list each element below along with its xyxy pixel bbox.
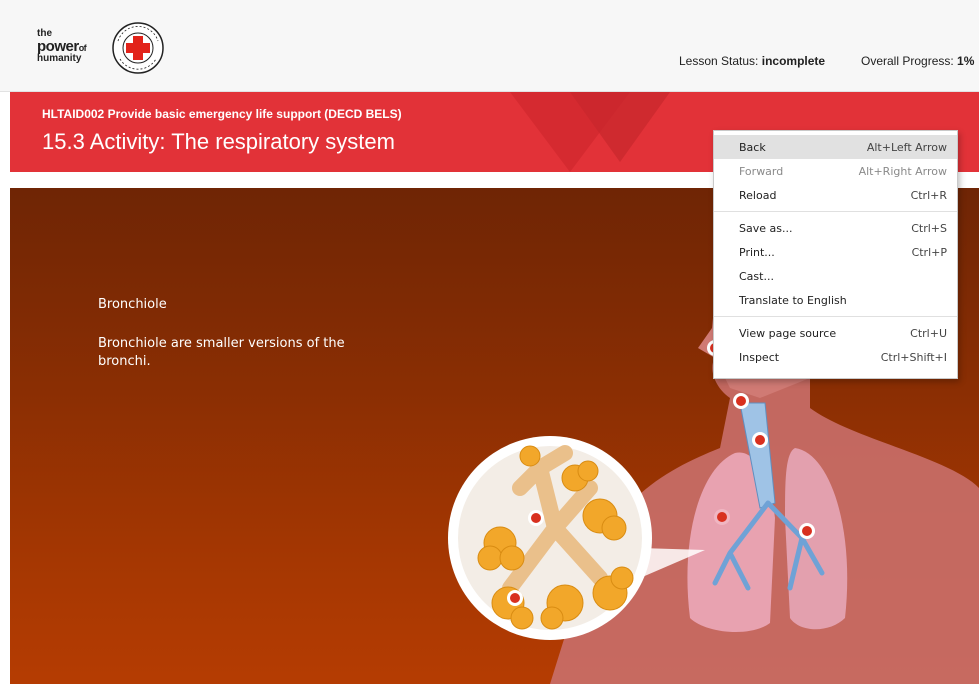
menu-item-inspect[interactable]: Inspect Ctrl+Shift+I: [714, 345, 957, 369]
lesson-status-value: incomplete: [761, 54, 826, 68]
menu-separator: [714, 316, 957, 317]
term-heading: Bronchiole: [98, 297, 167, 312]
menu-item-translate[interactable]: Translate to English: [714, 288, 957, 312]
logo-line-3: humanity: [37, 53, 82, 64]
menu-item-shortcut: Alt+Right Arrow: [858, 164, 947, 178]
menu-item-shortcut: Ctrl+S: [911, 221, 947, 235]
menu-item-shortcut: Ctrl+U: [910, 326, 947, 340]
overall-progress-label: Overall Progress:: [861, 54, 954, 68]
logo-line-2: powerof: [37, 39, 87, 54]
banner-decoration: [570, 92, 670, 162]
menu-item-shortcut: Ctrl+P: [911, 245, 947, 259]
menu-item-shortcut: Ctrl+Shift+I: [880, 350, 947, 364]
red-cross-badge-icon: [112, 22, 164, 74]
menu-item-reload[interactable]: Reload Ctrl+R: [714, 183, 957, 207]
menu-item-shortcut: Ctrl+R: [910, 188, 947, 202]
menu-item-label: Inspect: [739, 350, 780, 364]
top-header: the powerof humanity Lesson Status: inco…: [0, 0, 979, 92]
menu-item-view-source[interactable]: View page source Ctrl+U: [714, 321, 957, 345]
hotspot-trachea[interactable]: [752, 432, 768, 448]
lesson-status: Lesson Status: incomplete: [679, 54, 825, 68]
overall-progress-value: 1%: [957, 54, 975, 68]
red-cross-logo: the powerof humanity: [37, 21, 177, 74]
menu-separator: [714, 211, 957, 212]
menu-item-print[interactable]: Print... Ctrl+P: [714, 240, 957, 264]
menu-item-label: Save as...: [739, 221, 793, 235]
lesson-status-label: Lesson Status:: [679, 54, 759, 68]
hotspot-bronchi[interactable]: [799, 523, 815, 539]
menu-item-cast[interactable]: Cast...: [714, 264, 957, 288]
context-menu: Back Alt+Left Arrow Forward Alt+Right Ar…: [713, 130, 958, 379]
menu-item-forward[interactable]: Forward Alt+Right Arrow: [714, 159, 957, 183]
overall-progress: Overall Progress: 1%: [861, 54, 974, 68]
menu-item-label: Forward: [739, 164, 784, 178]
menu-item-label: Back: [739, 140, 766, 154]
hotspot-bronchiole[interactable]: [528, 510, 544, 526]
menu-item-label: Cast...: [739, 269, 774, 283]
hotspot-lung[interactable]: [714, 509, 730, 525]
course-name: HLTAID002 Provide basic emergency life s…: [42, 107, 402, 121]
term-description: Bronchiole are smaller versions of the b…: [98, 336, 345, 369]
menu-item-save-as[interactable]: Save as... Ctrl+S: [714, 216, 957, 240]
menu-item-label: Translate to English: [739, 293, 847, 307]
hotspot-alveoli[interactable]: [507, 590, 523, 606]
menu-item-label: Print...: [739, 245, 775, 259]
menu-item-back[interactable]: Back Alt+Left Arrow: [714, 135, 957, 159]
page-title: 15.3 Activity: The respiratory system: [42, 129, 395, 154]
menu-item-label: View page source: [739, 326, 837, 340]
menu-item-shortcut: Alt+Left Arrow: [866, 140, 947, 154]
hotspot-trachea-top[interactable]: [733, 393, 749, 409]
logo-wordmark: the powerof humanity: [37, 29, 87, 64]
menu-item-label: Reload: [739, 188, 777, 202]
logo-line-2-small: of: [78, 43, 87, 53]
